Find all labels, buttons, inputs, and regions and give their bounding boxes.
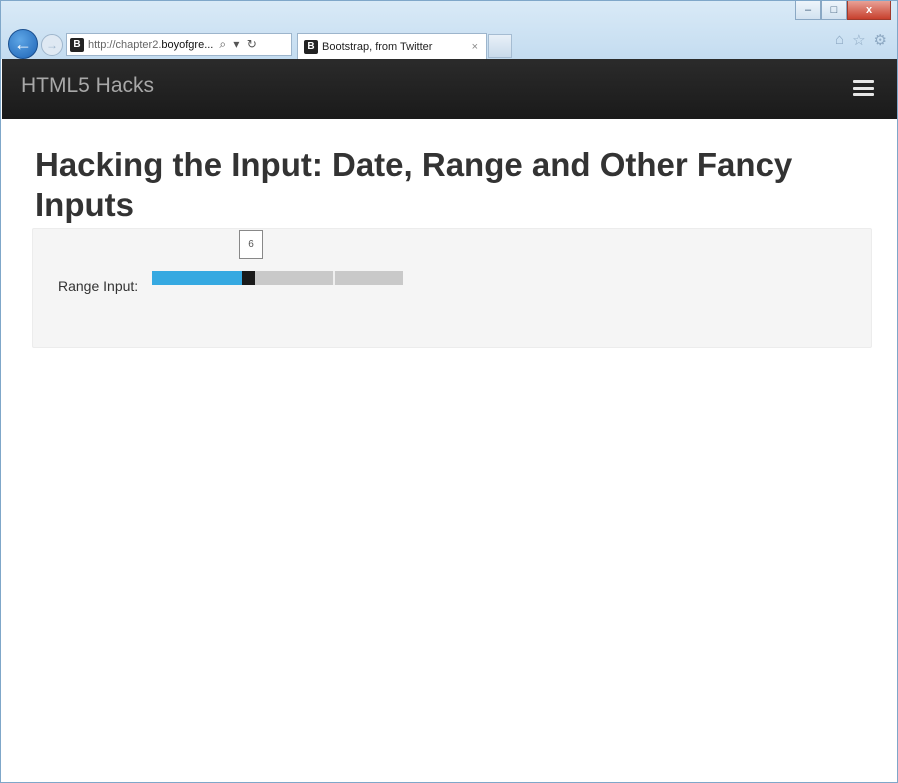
window-controls: – □ x (795, 1, 891, 20)
tab-bootstrap[interactable]: B Bootstrap, from Twitter × (297, 33, 487, 59)
hamburger-menu-icon[interactable] (853, 80, 874, 96)
forward-button[interactable]: → (41, 34, 63, 56)
tab-title: Bootstrap, from Twitter (322, 40, 433, 53)
range-value-tooltip: 6 (239, 230, 263, 259)
home-icon[interactable]: ⌂ (835, 31, 844, 49)
range-fill (152, 271, 242, 285)
navbar-brand[interactable]: HTML5 Hacks (21, 74, 154, 98)
browser-window: – □ x ← → B http://chapter2. boyofgre...… (0, 0, 898, 783)
address-search-refresh-icons[interactable]: ⌕ ▾ ↻ (219, 37, 258, 52)
address-url-host: boyofgre... (161, 38, 214, 51)
star-icon[interactable]: ☆ (852, 31, 865, 49)
range-input-label: Range Input: (58, 278, 139, 294)
back-button[interactable]: ← (8, 29, 38, 59)
address-url-prefix: http://chapter2. (88, 38, 162, 51)
address-bar[interactable]: B http://chapter2. boyofgre... ⌕ ▾ ↻ (66, 33, 292, 56)
tab-close-icon[interactable]: × (472, 41, 478, 53)
tab-favicon-icon: B (304, 39, 318, 54)
arrow-right-icon: → (46, 38, 58, 52)
site-navbar: HTML5 Hacks (2, 59, 897, 119)
browser-toolbar-icons: ⌂ ☆ ⚙ (835, 31, 887, 49)
new-tab-button[interactable] (488, 34, 512, 58)
range-track (255, 271, 403, 285)
arrow-left-icon: ← (14, 33, 32, 54)
browser-chrome: – □ x ← → B http://chapter2. boyofgre...… (1, 1, 897, 59)
maximize-button[interactable]: □ (821, 1, 847, 20)
range-track-divider (333, 271, 335, 285)
gear-icon[interactable]: ⚙ (874, 31, 887, 49)
range-thumb[interactable] (242, 271, 255, 285)
close-window-button[interactable]: x (847, 1, 891, 20)
site-favicon-icon: B (70, 37, 84, 52)
minimize-button[interactable]: – (795, 1, 821, 20)
form-well (32, 228, 872, 348)
page-title: Hacking the Input: Date, Range and Other… (35, 146, 793, 223)
range-slider[interactable] (152, 271, 403, 285)
